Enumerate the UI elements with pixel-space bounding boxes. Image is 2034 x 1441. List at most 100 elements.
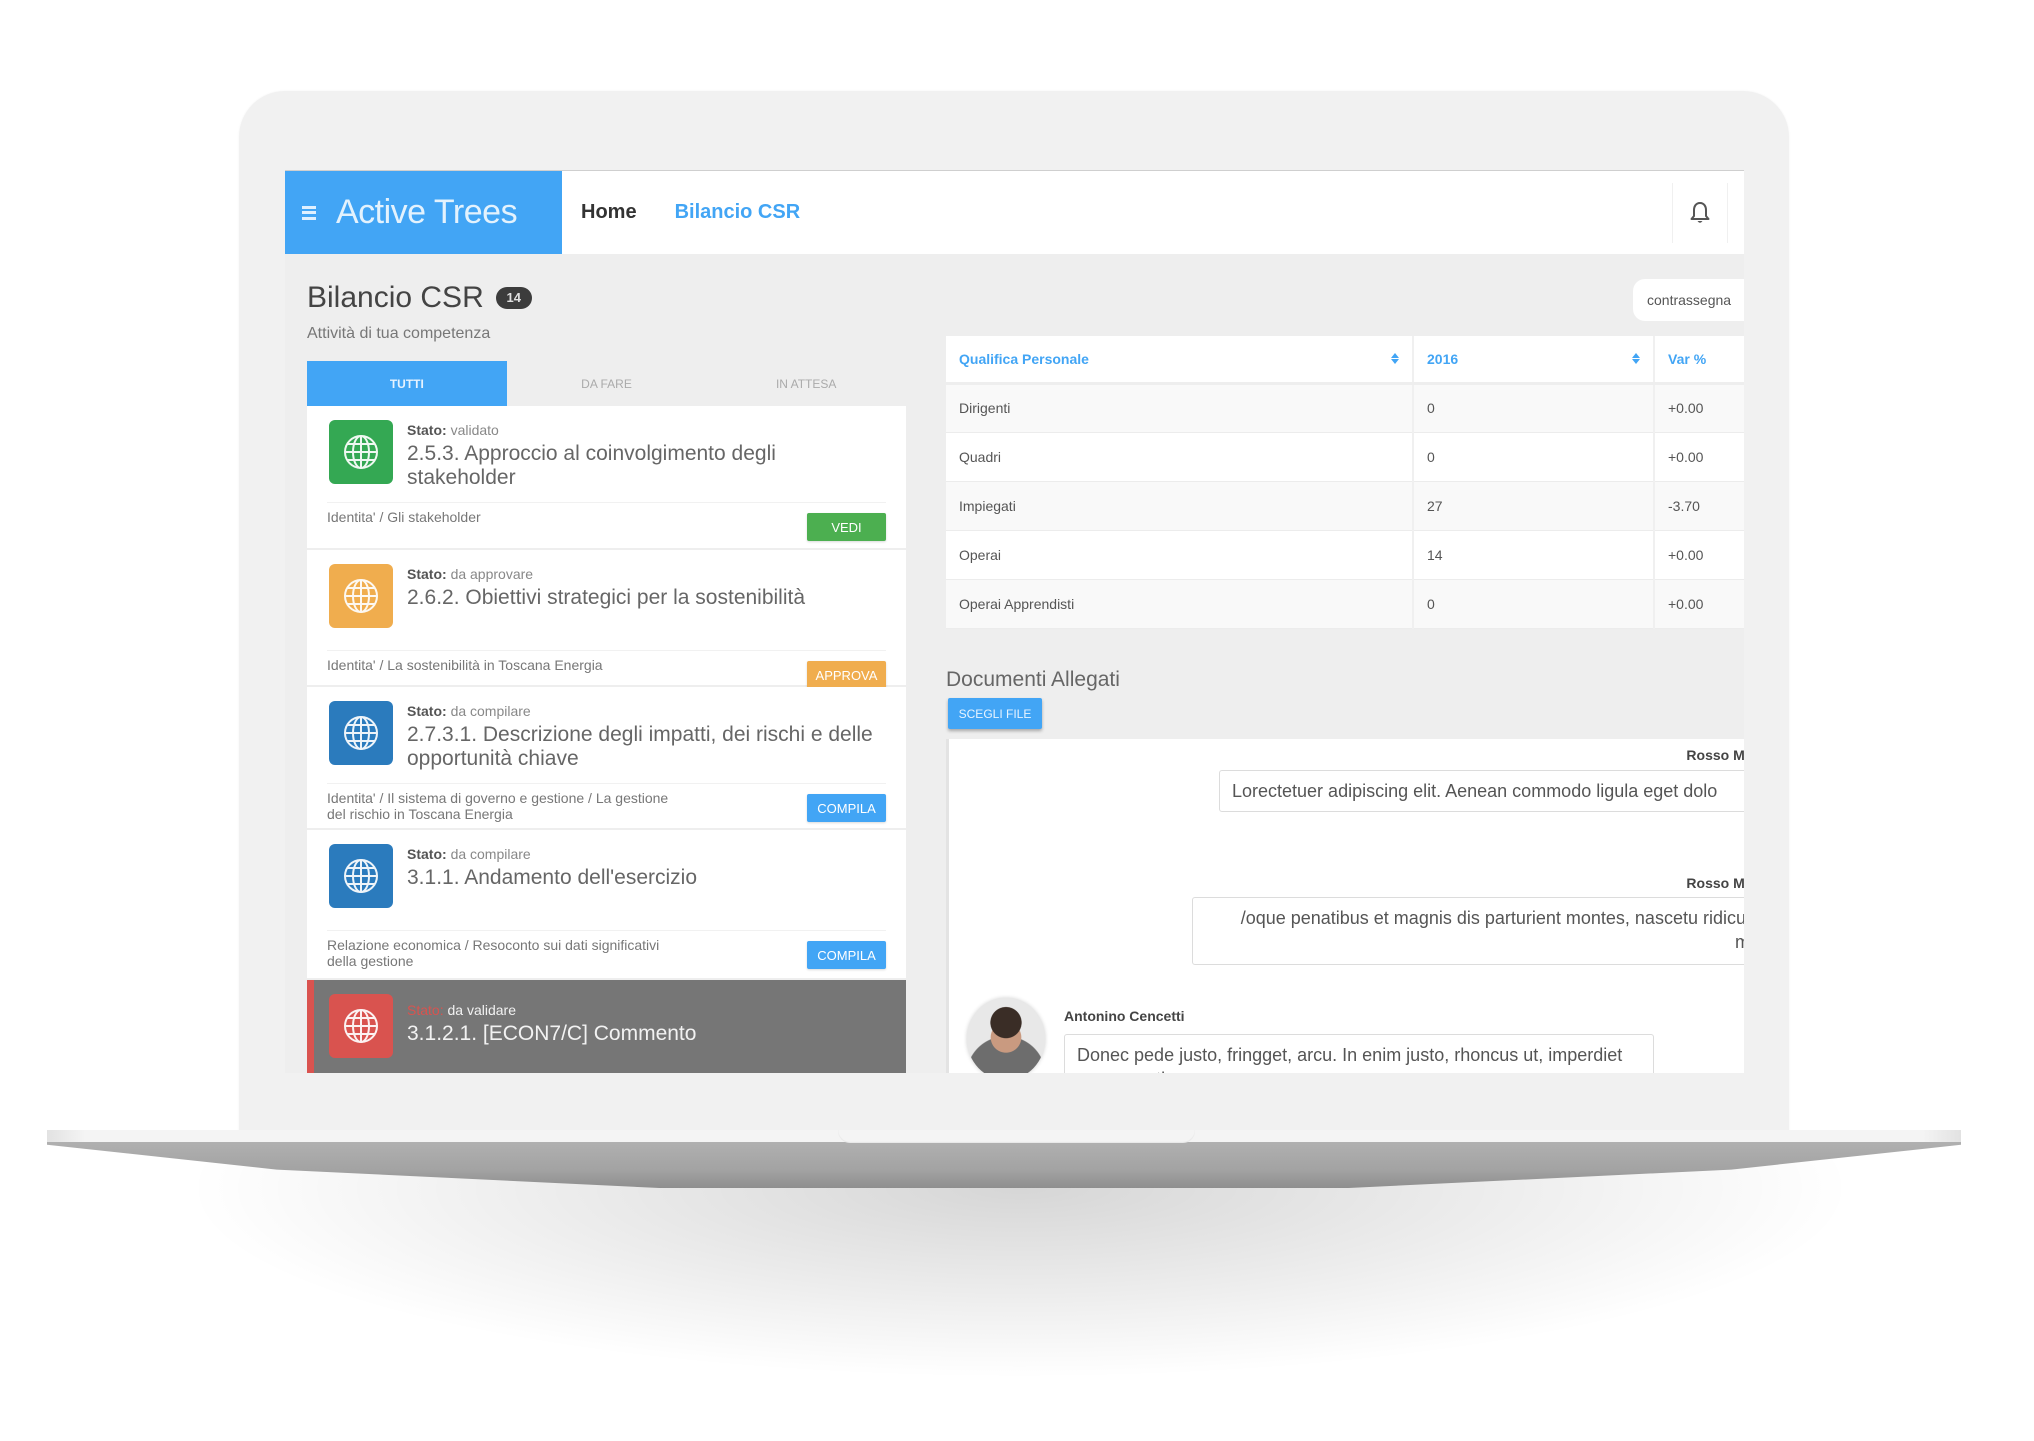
task-status: Stato: da compilare xyxy=(407,846,697,862)
nav-home[interactable]: Home xyxy=(581,201,637,224)
task-list: Stato: validato 2.5.3. Approccio al coin… xyxy=(307,406,906,1073)
brand-bar: Active Trees xyxy=(285,171,562,254)
status-label: Stato: xyxy=(407,703,447,719)
globe-icon xyxy=(344,435,378,469)
task-icon-tile xyxy=(329,994,393,1058)
cell-2016: 0 xyxy=(1413,579,1655,629)
hamburger-icon[interactable] xyxy=(302,205,316,220)
comment-author: Antonino Cencetti xyxy=(1064,1008,1185,1024)
task-status: Stato: da compilare xyxy=(407,703,886,719)
task-breadcrumb: Relazione economica / Resoconto sui dati… xyxy=(327,937,660,969)
laptop-opening-notch xyxy=(838,1130,1195,1143)
task-title[interactable]: 2.5.3. Approccio al coinvolgimento degli… xyxy=(407,442,886,490)
notifications-button[interactable] xyxy=(1672,183,1728,243)
cell-var: +0.00 xyxy=(1654,579,1744,629)
page-title-text: Bilancio CSR xyxy=(307,281,484,314)
tab-in-attesa[interactable]: IN ATTESA xyxy=(706,361,906,406)
task-title[interactable]: 2.7.3.1. Descrizione degli impatti, dei … xyxy=(407,723,886,771)
col-header-var[interactable]: Var % xyxy=(1654,336,1744,385)
comments-panel: Rosso Mar Lorectetuer adipiscing elit. A… xyxy=(946,739,1744,1073)
comment-message: Lorectetuer adipiscing elit. Aenean comm… xyxy=(1219,770,1744,812)
header-label: Qualifica Personale xyxy=(959,350,1089,367)
table-row: Operai Apprendisti 0 +0.00 xyxy=(946,579,1744,629)
avatar xyxy=(967,998,1045,1073)
status-value: validato xyxy=(450,422,499,438)
task-breadcrumb: Identita' / La sostenibilità in Toscana … xyxy=(327,657,603,673)
page-title: Bilancio CSR 14 xyxy=(307,281,532,315)
approva-button[interactable]: APPROVA xyxy=(807,661,886,689)
task-title[interactable]: 3.1.1. Andamento dell'esercizio xyxy=(407,866,697,890)
status-label: Stato: xyxy=(407,422,447,438)
globe-icon xyxy=(344,1009,378,1043)
task-icon-tile xyxy=(329,701,393,765)
comment-message: Donec pede justo, fringget, arcu. In eni… xyxy=(1064,1034,1654,1073)
cell-qualifica: Operai xyxy=(946,530,1414,580)
cell-2016: 0 xyxy=(1413,383,1655,433)
cell-2016: 27 xyxy=(1413,481,1655,531)
task-card[interactable]: Stato: da compilare 2.7.3.1. Descrizione… xyxy=(307,687,906,830)
globe-icon xyxy=(344,579,378,613)
cell-qualifica: Dirigenti xyxy=(946,383,1414,433)
compila-button[interactable]: COMPILA xyxy=(807,794,886,822)
task-card[interactable]: Stato: da approvare 2.6.2. Obiettivi str… xyxy=(307,550,906,689)
task-card-selected[interactable]: Stato: da validare 3.1.2.1. [ECON7/C] Co… xyxy=(307,980,906,1073)
status-label: Stato: xyxy=(407,846,447,862)
col-header-2016[interactable]: 2016 xyxy=(1413,336,1655,385)
compila-button[interactable]: COMPILA xyxy=(807,941,886,969)
status-value: da validare xyxy=(447,1002,516,1018)
task-status: Stato: da approvare xyxy=(407,566,805,582)
status-label: Stato: xyxy=(407,566,447,582)
app-screen: Active Trees Home Bilancio CSR Bilancio … xyxy=(285,170,1744,1073)
status-value: da compilare xyxy=(450,846,531,862)
task-breadcrumb: Identita' / Il sistema di governo e gest… xyxy=(327,790,669,822)
table-row: Operai 14 +0.00 xyxy=(946,530,1744,580)
cell-2016: 0 xyxy=(1413,432,1655,482)
task-icon-tile xyxy=(329,564,393,628)
globe-icon xyxy=(344,716,378,750)
task-title[interactable]: 3.1.2.1. [ECON7/C] Commento xyxy=(407,1022,696,1046)
comment-message: /oque penatibus et magnis dis parturient… xyxy=(1192,897,1744,965)
status-value: da compilare xyxy=(450,703,531,719)
cell-var: +0.00 xyxy=(1654,383,1744,433)
cell-qualifica: Operai Apprendisti xyxy=(946,579,1414,629)
task-count-badge: 14 xyxy=(495,287,532,309)
sort-icon[interactable] xyxy=(1391,353,1399,365)
bell-icon xyxy=(1690,202,1710,223)
table-row: Impiegati 27 -3.70 xyxy=(946,481,1744,531)
col-header-qualifica[interactable]: Qualifica Personale xyxy=(946,336,1414,385)
top-bar: Active Trees Home Bilancio CSR xyxy=(285,171,1744,254)
task-title[interactable]: 2.6.2. Obiettivi strategici per la soste… xyxy=(407,586,805,610)
nav-bilancio-csr[interactable]: Bilancio CSR xyxy=(675,201,801,224)
cell-qualifica: Quadri xyxy=(946,432,1414,482)
cell-2016: 14 xyxy=(1413,530,1655,580)
table-row: Dirigenti 0 +0.00 xyxy=(946,383,1744,433)
cell-var: -3.70 xyxy=(1654,481,1744,531)
task-card[interactable]: Stato: da compilare 3.1.1. Andamento del… xyxy=(307,830,906,980)
header-label: 2016 xyxy=(1427,350,1459,367)
contrassegna-button[interactable]: contrassegna xyxy=(1633,279,1744,321)
task-status: Stato: validato xyxy=(407,422,886,438)
task-breadcrumb: Identita' / Gli stakeholder xyxy=(327,509,481,525)
task-status: Stato: da validare xyxy=(407,1002,696,1018)
comment-author: Rosso Mar xyxy=(1686,747,1744,763)
status-label: Stato: xyxy=(407,1002,444,1018)
status-value: da approvare xyxy=(450,566,534,582)
cell-var: +0.00 xyxy=(1654,432,1744,482)
task-icon-tile xyxy=(329,420,393,484)
vedi-button[interactable]: VEDI xyxy=(807,513,886,541)
globe-icon xyxy=(344,859,378,893)
choose-file-button[interactable]: SCEGLI FILE xyxy=(948,698,1042,729)
comment-author: Rosso Mar xyxy=(1686,875,1744,891)
cell-qualifica: Impiegati xyxy=(946,481,1414,531)
table-row: Quadri 0 +0.00 xyxy=(946,432,1744,482)
personnel-table: Qualifica Personale 2016 Var % Dirigenti… xyxy=(946,336,1744,629)
tab-da-fare[interactable]: DA FARE xyxy=(507,361,707,406)
documents-title: Documenti Allegati xyxy=(946,668,1120,691)
page-subtitle: Attività di tua competenza xyxy=(307,325,491,342)
task-card[interactable]: Stato: validato 2.5.3. Approccio al coin… xyxy=(307,406,906,550)
table-body: Dirigenti 0 +0.00 Quadri 0 +0.00 Impiegati 27 -3… xyxy=(946,383,1744,629)
cell-var: +0.00 xyxy=(1654,530,1744,580)
sort-icon[interactable] xyxy=(1632,353,1640,365)
tab-tutti[interactable]: TUTTI xyxy=(307,361,507,406)
task-tabs: TUTTI DA FARE IN ATTESA xyxy=(307,361,906,406)
